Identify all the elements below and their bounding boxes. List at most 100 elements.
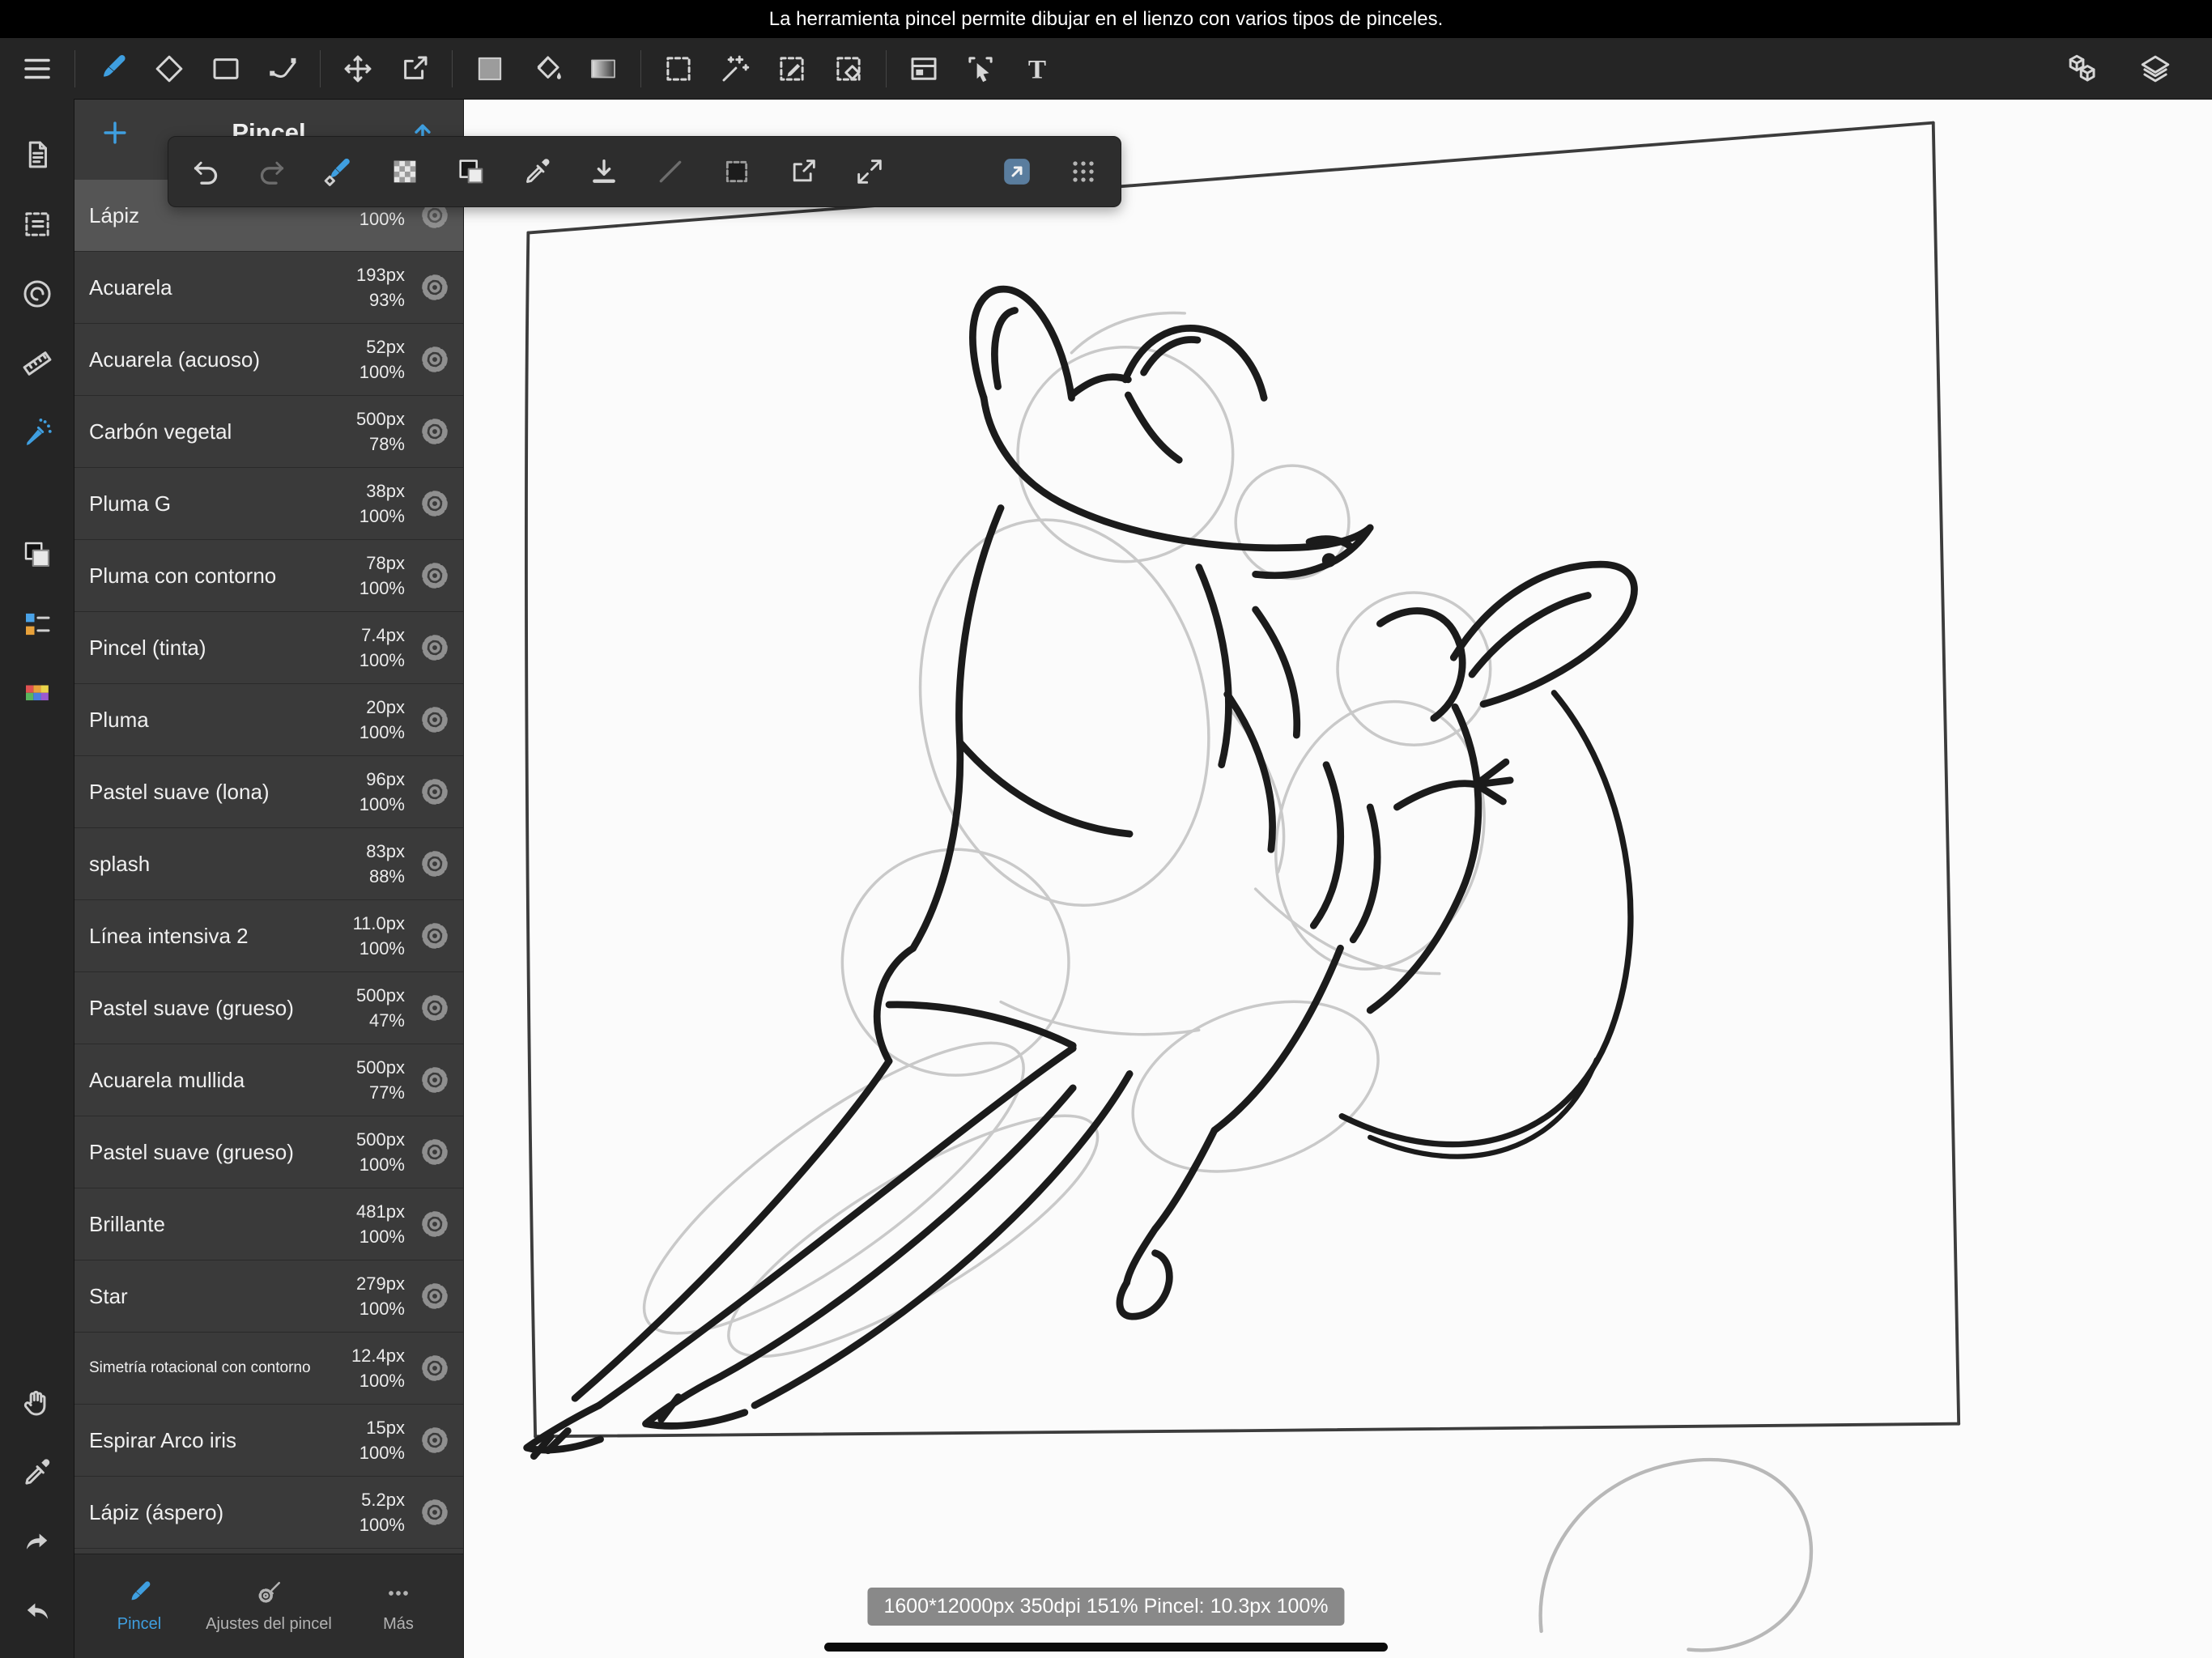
undocurve-icon [20, 1595, 54, 1629]
brush-settings-gear[interactable] [415, 699, 455, 740]
move-tool-button[interactable] [334, 45, 382, 93]
divide-canvas-button[interactable] [900, 45, 948, 93]
ruler-button[interactable] [12, 338, 62, 389]
brush-eraser-toggle[interactable] [316, 149, 361, 194]
tab-brush-settings[interactable]: Ajustes del pincel [204, 1554, 334, 1658]
brush-settings-gear[interactable] [415, 267, 455, 308]
brush-size: 5.2px [361, 1491, 405, 1509]
add-brush-button[interactable] [94, 112, 136, 154]
brush-settings-gear[interactable] [415, 1276, 455, 1316]
brush-name: splash [89, 852, 340, 877]
floating-toolbar[interactable] [168, 136, 1121, 207]
brush-item[interactable]: splash83px88% [74, 828, 463, 900]
save-button[interactable] [581, 149, 627, 194]
undo-button[interactable] [183, 149, 228, 194]
brush-values: 11.0px100% [340, 915, 405, 958]
brush-settings-gear[interactable] [415, 411, 455, 452]
brush-settings-gear[interactable] [415, 1132, 455, 1172]
fill-tool-button[interactable] [522, 45, 571, 93]
line-tool-button[interactable] [648, 149, 693, 194]
brush-item[interactable]: Carbón vegetal500px78% [74, 396, 463, 468]
brush-settings-gear[interactable] [415, 772, 455, 812]
brush-settings-gear[interactable] [415, 1420, 455, 1460]
brush-item[interactable]: Pastel suave (grueso)500px47% [74, 972, 463, 1044]
brush-item[interactable]: Lápiz (áspero)5.2px100% [74, 1477, 463, 1549]
brush-name: Pluma [89, 708, 340, 733]
canvas[interactable] [463, 99, 2212, 1658]
brush-item[interactable]: Acuarela (acuoso)52px100% [74, 324, 463, 396]
brush-item[interactable]: Pastel suave (lona)96px100% [74, 756, 463, 828]
darkmarquee-icon [721, 155, 753, 188]
default-colors-button[interactable] [12, 529, 62, 580]
brush-item[interactable]: Simetría rotacional con contorno12.4px10… [74, 1333, 463, 1405]
selection-panel-button[interactable] [12, 199, 62, 249]
brush-item[interactable]: Pluma con contorno78px100% [74, 540, 463, 612]
brush-size: 52px [366, 338, 405, 356]
brush-item[interactable]: Pluma20px100% [74, 684, 463, 756]
eraser-tool-button[interactable] [145, 45, 194, 93]
layers-button[interactable] [2131, 45, 2180, 93]
transform-tool-button[interactable] [390, 45, 439, 93]
swap-colors-button[interactable] [449, 149, 494, 194]
brush-settings-gear[interactable] [415, 1060, 455, 1100]
brush-item[interactable]: Pluma G38px100% [74, 468, 463, 540]
transparent-color-button[interactable] [382, 149, 428, 194]
materials-button[interactable] [12, 269, 62, 319]
brush-item[interactable]: Acuarela193px93% [74, 252, 463, 324]
brush-item[interactable]: Espirar Arco iris15px100% [74, 1405, 463, 1477]
tab-more[interactable]: Más [334, 1554, 463, 1658]
magic-wand-tool-button[interactable] [711, 45, 759, 93]
panel-icon [907, 52, 941, 86]
brush-settings-gear[interactable] [415, 1492, 455, 1533]
brush-values: 193px93% [340, 266, 405, 309]
menu-button[interactable] [13, 45, 62, 93]
selection-state-button[interactable] [714, 149, 759, 194]
brush-name: Pluma G [89, 491, 340, 517]
brush-opacity: 93% [369, 291, 405, 309]
brush-settings-gear[interactable] [415, 1348, 455, 1388]
palette-button[interactable] [12, 669, 62, 719]
select-pen-tool-button[interactable] [768, 45, 816, 93]
brush-item[interactable]: Brillante481px100% [74, 1188, 463, 1261]
brush-settings-gear[interactable] [415, 627, 455, 668]
brush-settings-gear[interactable] [415, 339, 455, 380]
gradient-tool-button[interactable] [579, 45, 627, 93]
redo-side-button[interactable] [12, 1517, 62, 1567]
undo-side-button[interactable] [12, 1587, 62, 1637]
layers-panel-button[interactable] [12, 599, 62, 649]
brush-settings-gear[interactable] [415, 1204, 455, 1244]
brush-tool-button[interactable] [88, 45, 137, 93]
brush-item[interactable]: Acuarela mullida500px77% [74, 1044, 463, 1116]
curve-tool-button[interactable] [258, 45, 307, 93]
brush-opacity: 100% [359, 363, 405, 381]
select-eraser-tool-button[interactable] [824, 45, 873, 93]
brush-item[interactable]: Star279px100% [74, 1261, 463, 1333]
brush-settings-gear[interactable] [415, 916, 455, 956]
shape-tool-button[interactable] [202, 45, 250, 93]
brush-settings-gear[interactable] [415, 988, 455, 1028]
float-window-button[interactable] [781, 149, 826, 194]
brush-settings-gear[interactable] [415, 483, 455, 524]
brush-item[interactable]: Pastel suave (grueso)500px100% [74, 1116, 463, 1188]
brush-panel-button[interactable] [12, 408, 62, 458]
select-rect-tool-button[interactable] [654, 45, 703, 93]
hand-tool-button[interactable] [12, 1378, 62, 1428]
drag-handle[interactable] [1061, 149, 1106, 194]
brush-settings-gear[interactable] [415, 844, 455, 884]
brush-settings-gear[interactable] [415, 555, 455, 596]
text-tool-button[interactable]: T [1013, 45, 1061, 93]
pages-button[interactable] [12, 130, 62, 180]
brush-item[interactable]: Línea intensiva 211.0px100% [74, 900, 463, 972]
color-swatch-button[interactable] [466, 45, 514, 93]
eyedropper-tool-button[interactable] [12, 1448, 62, 1498]
eyedropper-button[interactable] [515, 149, 560, 194]
object-select-button[interactable] [956, 45, 1005, 93]
fullscreen-button[interactable] [847, 149, 892, 194]
redo-button[interactable] [249, 149, 295, 194]
brush-size: 500px [356, 1059, 405, 1077]
home-indicator[interactable] [824, 1643, 1388, 1652]
tab-brush[interactable]: Pincel [74, 1554, 204, 1658]
dock-bar-button[interactable] [994, 149, 1040, 194]
3d-material-button[interactable] [2058, 45, 2107, 93]
brush-item[interactable]: Pincel (tinta)7.4px100% [74, 612, 463, 684]
